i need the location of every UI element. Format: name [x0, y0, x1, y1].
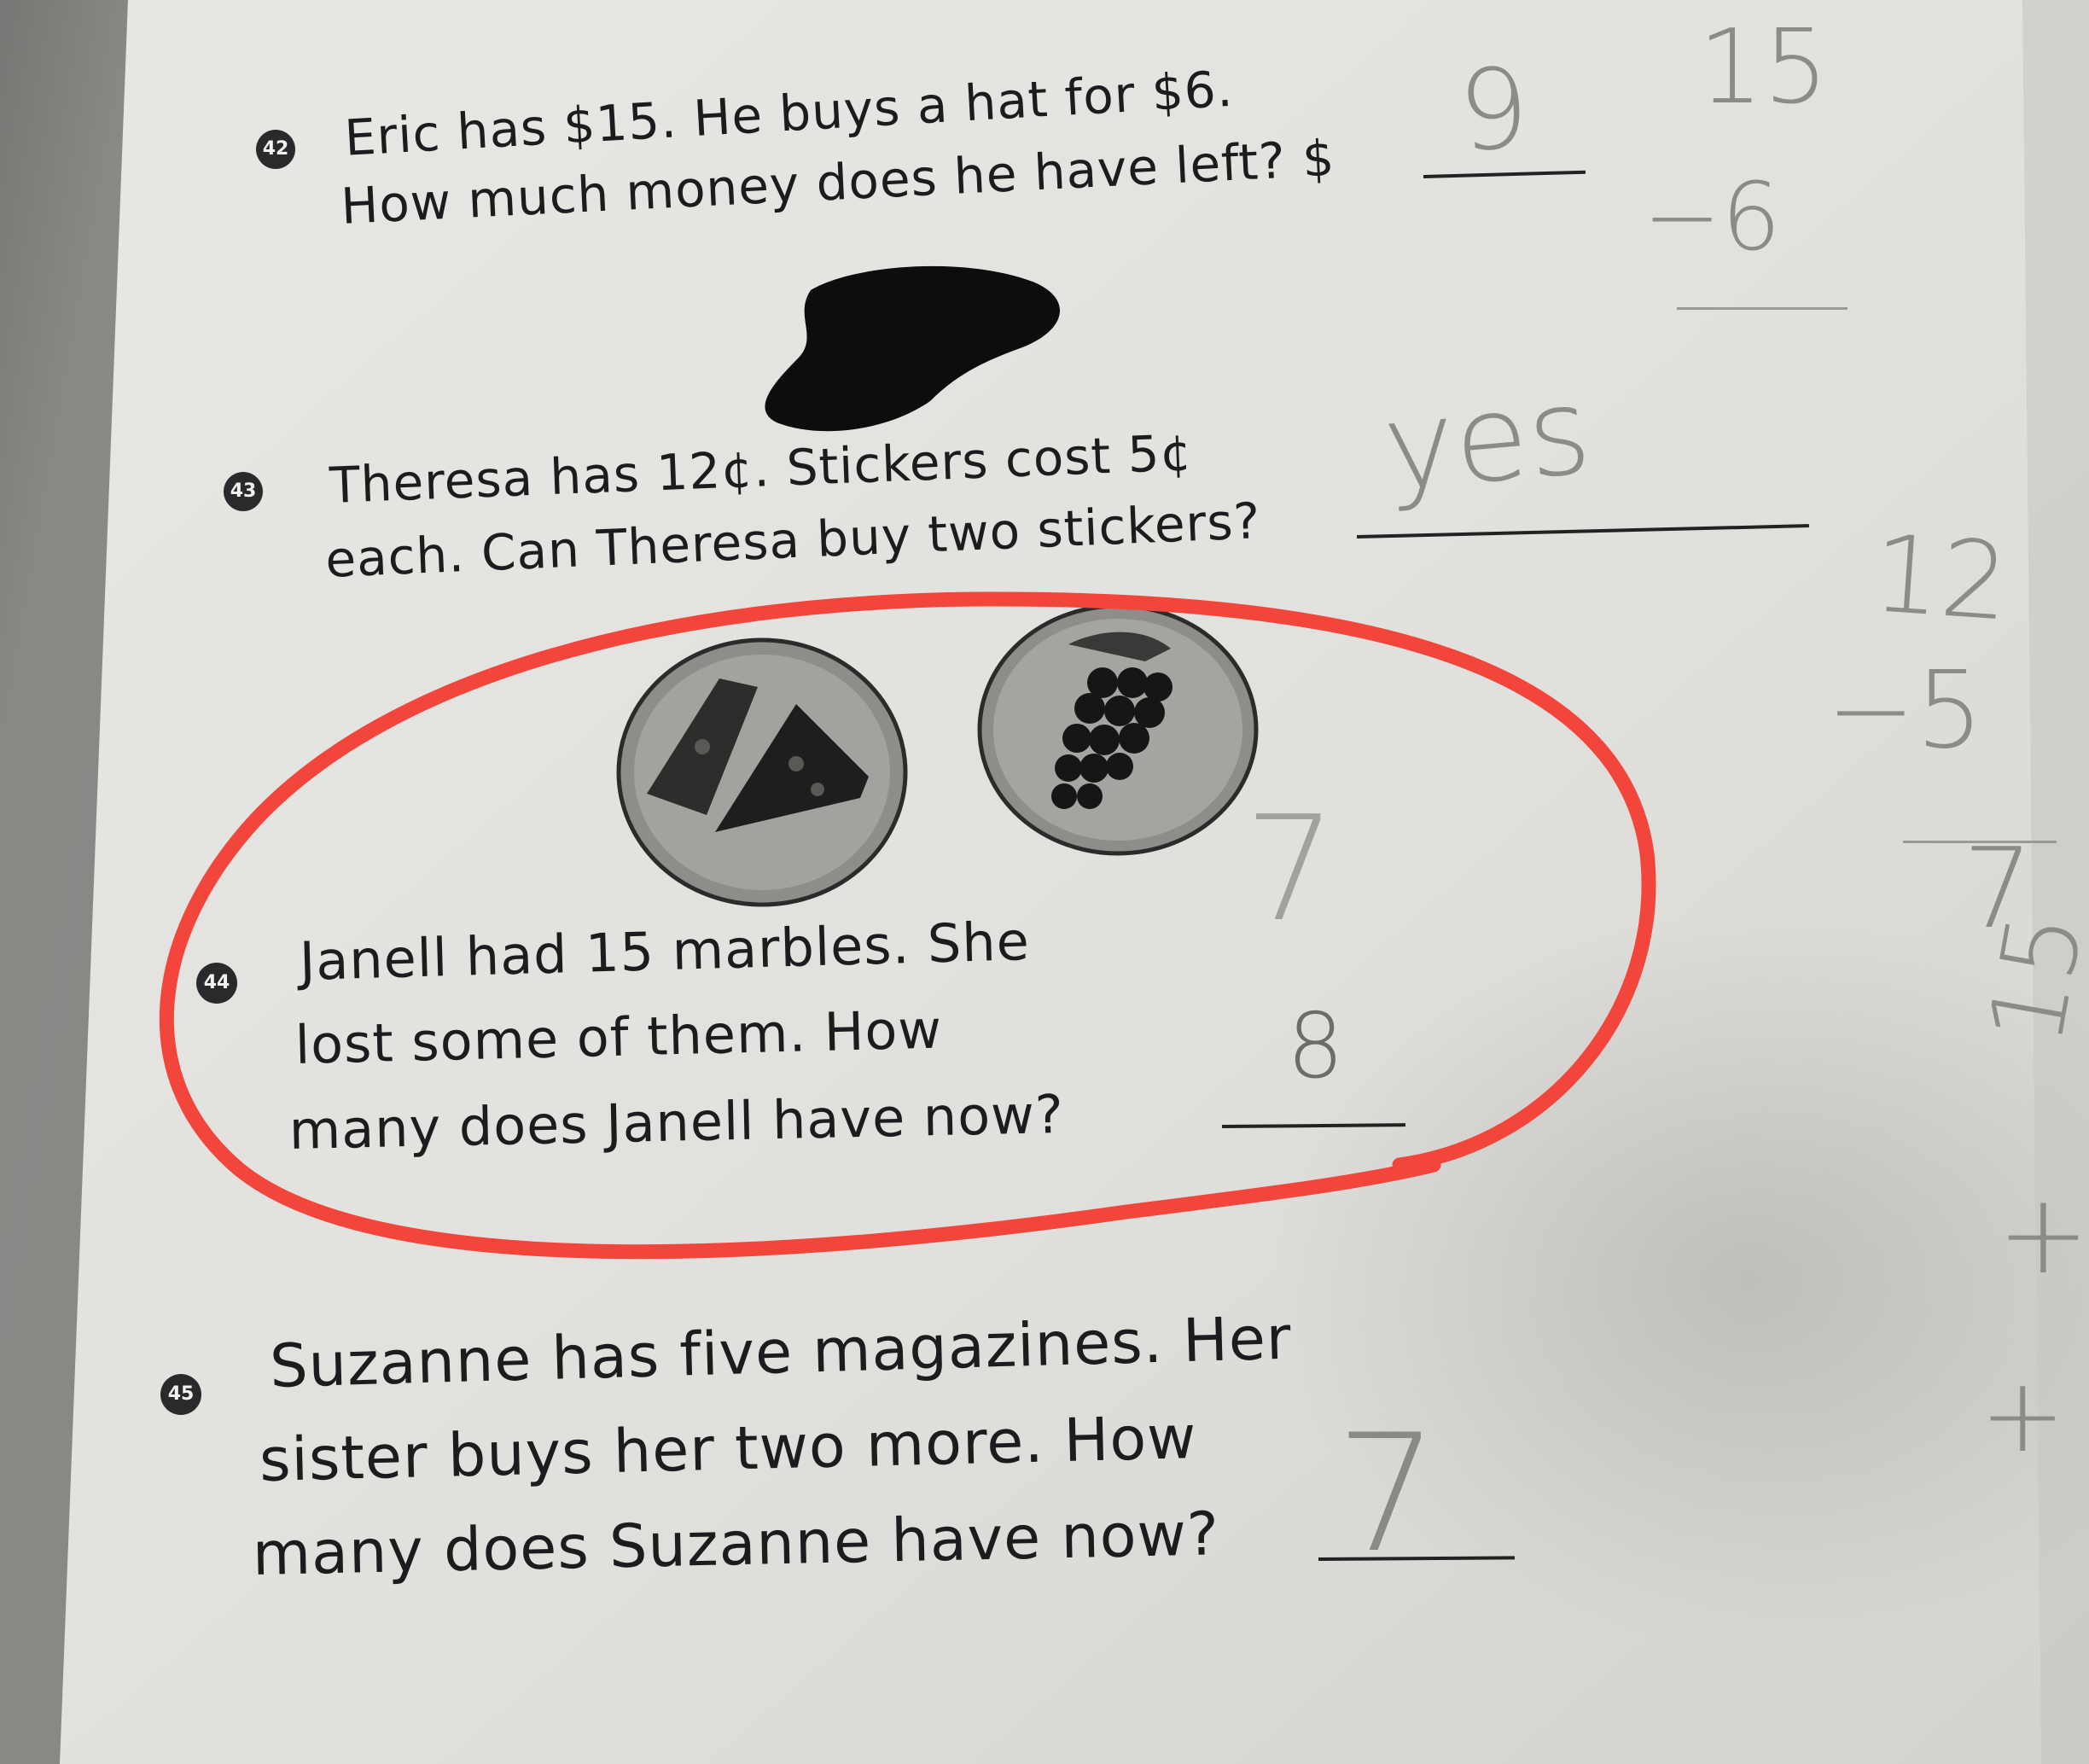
- margin-rule-1: [1677, 307, 1848, 310]
- answer-43-handwritten: yes: [1378, 361, 1597, 519]
- problem-number-badge: 42: [256, 130, 295, 169]
- pizza-icon: [616, 637, 908, 907]
- margin-scribble-b: +: [1980, 1357, 2066, 1476]
- problem-number-badge: 45: [160, 1374, 201, 1415]
- margin-15-top: 15: [1698, 9, 1829, 127]
- problem-number-badge: 43: [224, 472, 263, 511]
- margin-scribble-a: +: [1997, 1169, 2089, 1299]
- margin-minus-6: −6: [1643, 162, 1782, 271]
- scribble-7: 7: [1244, 785, 1337, 954]
- photo-scene: 42 Eric has $15. He buys a hat for $6. H…: [0, 0, 2089, 1764]
- scribble-8: 8: [1287, 994, 1344, 1098]
- problem-number-badge: 44: [196, 963, 237, 1004]
- margin-12: 12: [1868, 512, 2013, 645]
- margin-minus-5: −5: [1826, 649, 1984, 772]
- hat-icon: [765, 265, 1061, 432]
- margin-15-bottom: 15: [1967, 904, 2089, 1054]
- answer-42-handwritten: 9: [1455, 43, 1533, 177]
- grapes-icon: [977, 603, 1259, 856]
- answer-45-handwritten: 7: [1335, 1400, 1439, 1588]
